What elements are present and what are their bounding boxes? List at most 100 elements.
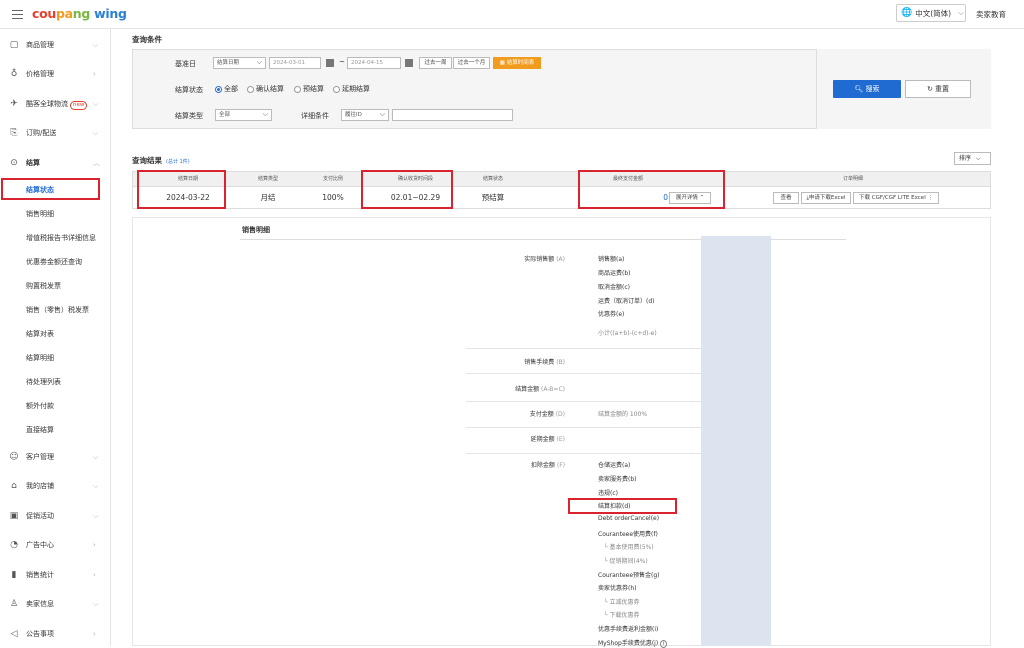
chevron-up-icon: ︿ (93, 159, 100, 167)
last-month-button[interactable]: 过去一个月 (453, 57, 490, 69)
calendar-icon[interactable] (326, 59, 334, 67)
sidebar-sub-sales-tax[interactable]: 销售（零售）税发票 (0, 302, 111, 318)
payment-label: 支付金额 (D) (529, 411, 565, 418)
chevron-right-icon: › (93, 630, 96, 638)
highlight-box-amount (578, 170, 725, 209)
search-button[interactable]: 🔍︎ 搜索 (833, 80, 901, 98)
date-from-input[interactable]: 2024-03-01 (269, 57, 321, 69)
deduction-item: Couranteee预售金(g) (598, 572, 660, 579)
sidebar-sub-reconciliation[interactable]: 结算对表 (0, 326, 111, 342)
sidebar-item-stats[interactable]: ▮ 销售统计 › (0, 565, 111, 585)
status-radio-confirmed[interactable]: 确认结算 (247, 84, 284, 94)
sidebar-item-logistics[interactable]: ✈ 酷客全球物流 new ⌵ (0, 94, 111, 114)
sidebar-item-product[interactable]: ▢ 商品管理 ⌵ (0, 35, 111, 55)
status-radio-pre[interactable]: 预结算 (294, 84, 324, 94)
detail-condition-label: 详细条件 (301, 112, 329, 120)
seller-education-link[interactable]: 卖家教育 (976, 9, 1006, 20)
sidebar-sub-extra-pay[interactable]: 额外付款 (0, 398, 111, 414)
settle-amount-label: 结算金额 (A-B=C) (515, 386, 565, 393)
chevron-down-icon: ⌵ (93, 40, 99, 49)
chevron-down-icon: ⌵ (93, 128, 99, 137)
deduction-item: 卖家优惠券(h) (598, 585, 637, 592)
deduction-item: 仓储运费(a) (598, 462, 631, 469)
sidebar-sub-vat-report[interactable]: 增值税报告书详细信息 (0, 230, 111, 246)
payment-note: 结算金额的 100% (598, 411, 648, 418)
sidebar-item-promo[interactable]: ▣ 促销活动 ⌵ (0, 506, 111, 526)
col-order-detail: 订单明细 (842, 176, 863, 182)
seller-icon: ♙ (9, 599, 19, 609)
promo-icon: ▣ (9, 511, 19, 521)
col-ratio: 支付比例 (322, 176, 343, 182)
chevron-down-icon: ⌵ (93, 452, 99, 461)
order-icon: ⎘ (10, 128, 18, 138)
menu-icon[interactable] (12, 10, 23, 19)
detail-condition-input[interactable] (392, 109, 513, 121)
deduction-subitem: └ 促销期间(4%) (604, 558, 648, 565)
download-cgf-button[interactable]: 下载 CGF/CGF LITE Excel ⋮ (853, 192, 939, 204)
settlement-schedule-button[interactable]: ▦ 结算时间表 (493, 57, 541, 69)
base-date-type-select[interactable]: 结算日期 (213, 57, 266, 69)
language-select[interactable]: 🌐 中文(简体) ⌵ (896, 4, 966, 22)
settlement-type-select[interactable]: 全部 (215, 109, 272, 121)
sort-select[interactable]: 排序 ⌵ (954, 152, 991, 165)
logo[interactable]: coupang wing (32, 6, 127, 21)
new-badge: new (70, 100, 88, 110)
sidebar-item-store[interactable]: ⌂ 我的店铺 ⌵ (0, 476, 111, 496)
detail-condition-select[interactable]: 履往ID (341, 109, 389, 121)
sidebar-sub-purchase-tax[interactable]: 购置税发票 (0, 278, 111, 294)
deduction-subitem: └ 下载优惠券 (604, 612, 640, 619)
divider (466, 401, 701, 402)
col-settle-type: 结算类型 (257, 176, 278, 182)
calendar-icon: ▦ (499, 60, 507, 66)
info-icon[interactable]: i (660, 640, 668, 648)
globe-icon: 🌐 (901, 8, 913, 18)
deferred-label: 延期金额 (E) (530, 436, 565, 443)
chevron-down-icon: ⌵ (93, 599, 99, 608)
sidebar-sub-direct[interactable]: 直接结算 (0, 422, 111, 438)
logistics-icon: ✈ (10, 99, 18, 109)
sidebar-item-settlement[interactable]: ⊙ 结算 ︿ (0, 153, 111, 173)
download-excel-button[interactable]: ⤓申请下载Excel (801, 192, 851, 204)
status-radio-all[interactable]: 全部 (215, 84, 238, 94)
detail-item: 优惠券(e) (598, 311, 625, 318)
detail-subtotal: 小计((a+b)-(c+d)-e) (598, 330, 657, 337)
result-table: 结算日期 结算类型 支付比例 确认收货时间段 结算状态 最终支付金额 订单明细 … (132, 171, 991, 209)
chevron-down-icon: ⌵ (93, 511, 99, 520)
divider (466, 373, 701, 374)
cell-settle-type: 月结 (260, 193, 276, 202)
chevron-right-icon: › (93, 70, 96, 78)
sidebar-item-notice[interactable]: ◁ 公告事项 › (0, 624, 111, 644)
stats-icon: ▮ (11, 570, 17, 580)
sidebar: ▢ 商品管理 ⌵ ♁ 价格管理 › ✈ 酷客全球物流 new ⌵ ⎘ 订购/配送 ⌵ ⊙ 结算 ︿ 结… (0, 29, 111, 646)
price-icon: ♁ (10, 69, 18, 79)
chevron-down-icon: ⌵ (93, 99, 99, 108)
highlight-box-period (361, 170, 453, 209)
divider (466, 453, 701, 454)
calendar-icon[interactable] (405, 59, 413, 67)
sidebar-sub-coupon[interactable]: 优惠劵金额还查询 (0, 254, 111, 270)
notice-icon: ◁ (10, 629, 18, 639)
refresh-icon: ↻ (926, 85, 936, 93)
date-to-input[interactable]: 2024-04-15 (347, 57, 401, 69)
reset-button[interactable]: ↻ 重置 (905, 80, 971, 98)
highlight-box-deduct (568, 498, 677, 514)
deduction-item: 违规(c) (598, 490, 618, 497)
last-week-button[interactable]: 过去一周 (419, 57, 452, 69)
sidebar-item-seller[interactable]: ♙ 卖家信息 ⌵ (0, 594, 111, 614)
base-date-label: 基准日 (175, 60, 196, 68)
chevron-down-icon: ⌵ (93, 481, 99, 490)
status-label: 结算状态 (175, 86, 203, 94)
sidebar-item-ad[interactable]: ◔ 广告中心 › (0, 535, 111, 555)
detail-title: 销售明细 (242, 226, 270, 234)
sidebar-sub-settlement-detail[interactable]: 结算明细 (0, 350, 111, 366)
sidebar-item-order[interactable]: ⎘ 订购/配送 ⌵ (0, 123, 111, 143)
deduction-label: 扣除金额 (F) (530, 462, 565, 469)
sidebar-sub-sales-detail[interactable]: 销售明细 (0, 206, 111, 222)
query-title: 查询条件 (132, 35, 162, 44)
divider (466, 348, 701, 349)
sidebar-item-customer[interactable]: ☺ 客户管理 ⌵ (0, 447, 111, 467)
sidebar-item-price[interactable]: ♁ 价格管理 › (0, 64, 111, 84)
view-button[interactable]: 查看 (773, 192, 799, 204)
status-radio-deferred[interactable]: 延期结算 (333, 84, 370, 94)
sidebar-sub-pending[interactable]: 待处理列表 (0, 374, 111, 390)
